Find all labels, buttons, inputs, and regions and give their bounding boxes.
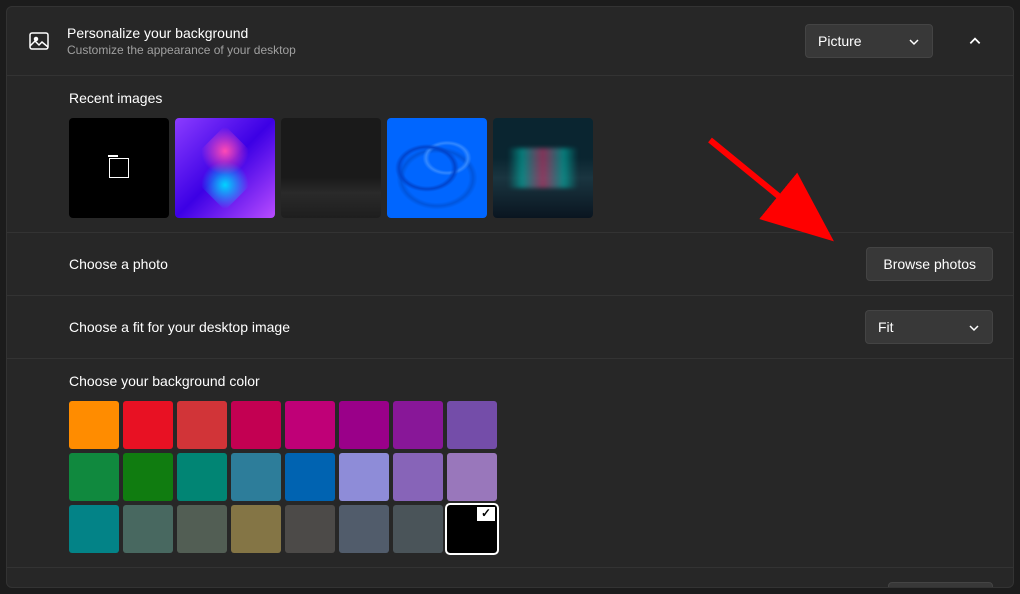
color-swatch[interactable]	[339, 401, 389, 449]
color-swatch[interactable]	[177, 505, 227, 553]
color-swatch[interactable]	[177, 453, 227, 501]
color-swatch[interactable]	[231, 505, 281, 553]
background-type-dropdown[interactable]: Picture	[805, 24, 933, 58]
choose-fit-row: Choose a fit for your desktop image Fit	[7, 296, 1013, 359]
fit-dropdown[interactable]: Fit	[865, 310, 993, 344]
collapse-button[interactable]	[957, 23, 993, 59]
recent-image-thumbnail[interactable]	[281, 118, 381, 218]
choose-photo-label: Choose a photo	[69, 256, 866, 272]
image-icon	[27, 29, 51, 53]
background-title: Personalize your background	[67, 25, 789, 41]
color-swatch[interactable]	[231, 401, 281, 449]
recent-images-list	[69, 118, 993, 218]
color-swatch[interactable]	[285, 453, 335, 501]
color-swatch[interactable]	[285, 505, 335, 553]
color-swatch[interactable]	[339, 505, 389, 553]
color-swatch[interactable]	[393, 401, 443, 449]
recent-image-thumbnail[interactable]	[387, 118, 487, 218]
recent-images-label: Recent images	[69, 90, 993, 106]
color-swatch[interactable]	[69, 505, 119, 553]
background-color-section: Choose your background color	[7, 359, 1013, 568]
chevron-down-icon	[908, 35, 920, 47]
color-swatch[interactable]	[285, 401, 335, 449]
color-swatch[interactable]	[393, 453, 443, 501]
color-swatch[interactable]	[447, 401, 497, 449]
color-swatch[interactable]	[231, 453, 281, 501]
background-subtitle: Customize the appearance of your desktop	[67, 43, 789, 57]
view-colors-button[interactable]: View colors	[888, 582, 993, 588]
background-header: Personalize your background Customize th…	[7, 7, 1013, 76]
chevron-up-icon	[968, 34, 982, 48]
color-swatch[interactable]	[393, 505, 443, 553]
color-swatch[interactable]	[69, 401, 119, 449]
recent-image-thumbnail[interactable]	[69, 118, 169, 218]
fit-value: Fit	[878, 319, 894, 335]
color-swatch[interactable]	[123, 453, 173, 501]
color-swatch[interactable]	[447, 453, 497, 501]
recent-image-thumbnail[interactable]	[175, 118, 275, 218]
background-type-value: Picture	[818, 33, 862, 49]
background-color-label: Choose your background color	[69, 373, 993, 389]
recent-images-section: Recent images	[7, 76, 1013, 233]
color-swatch[interactable]	[339, 453, 389, 501]
color-grid	[69, 401, 549, 553]
color-swatch[interactable]	[123, 505, 173, 553]
recent-image-thumbnail[interactable]	[493, 118, 593, 218]
color-swatch[interactable]	[447, 505, 497, 553]
color-swatch[interactable]	[69, 453, 119, 501]
choose-photo-row: Choose a photo Browse photos	[7, 233, 1013, 296]
choose-fit-label: Choose a fit for your desktop image	[69, 319, 865, 335]
browse-photos-button[interactable]: Browse photos	[866, 247, 993, 281]
custom-colors-row: Custom colors View colors	[7, 568, 1013, 588]
color-swatch[interactable]	[123, 401, 173, 449]
color-swatch[interactable]	[177, 401, 227, 449]
chevron-down-icon	[968, 321, 980, 333]
